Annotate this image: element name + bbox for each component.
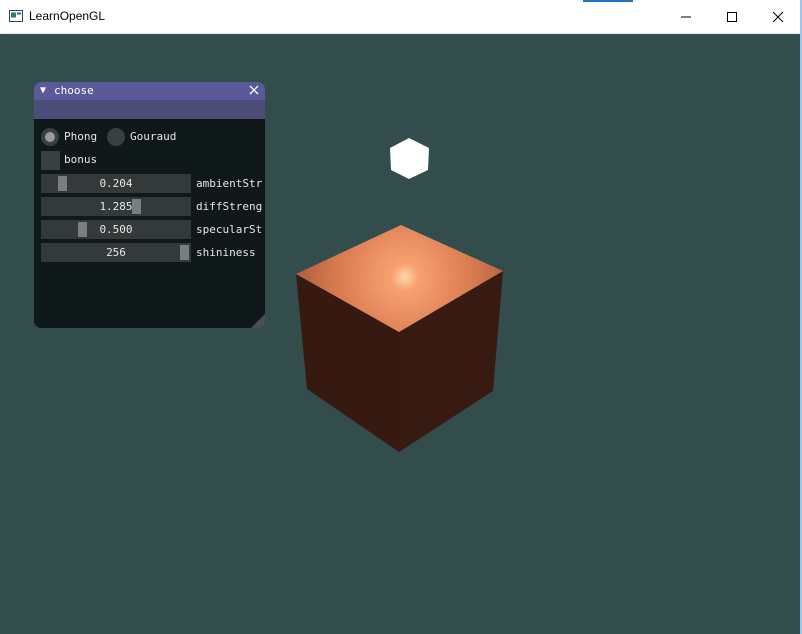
slider-shininess[interactable]: 256 <box>41 243 191 262</box>
panel-title-bar[interactable]: ▼ choose <box>34 82 265 100</box>
slider-label: ambientStr <box>196 177 263 190</box>
close-button[interactable] <box>755 0 801 33</box>
close-icon[interactable] <box>247 83 261 97</box>
slider-specular-strength[interactable]: 0.500 <box>41 220 191 239</box>
slider-diffuse-strength[interactable]: 1.285 <box>41 197 191 216</box>
window-title-bar[interactable]: LearnOpenGL <box>0 0 802 34</box>
radio-selected-dot <box>45 132 55 142</box>
slider-ambient-strength[interactable]: 0.204 <box>41 174 191 193</box>
choose-panel[interactable]: ▼ choose Phong Gouraud bonus 0.204 ambie… <box>34 82 265 328</box>
panel-title: choose <box>54 84 94 97</box>
app-icon <box>9 10 23 22</box>
gl-viewport[interactable]: ▼ choose Phong Gouraud bonus 0.204 ambie… <box>0 34 800 634</box>
slider-label: shininess <box>196 246 256 259</box>
slider-value: 256 <box>106 246 126 259</box>
panel-menu-bar <box>34 100 265 119</box>
slider-value: 0.500 <box>99 223 133 236</box>
close-icon <box>772 11 784 22</box>
slider-label: diffStreng <box>196 200 263 213</box>
maximize-icon <box>727 11 737 22</box>
radio-gouraud-label: Gouraud <box>130 130 177 143</box>
radio-phong-label: Phong <box>64 130 98 143</box>
slider-label: specularSt <box>196 223 263 236</box>
minimize-icon <box>681 16 691 17</box>
light-cube <box>390 138 429 179</box>
resize-grip[interactable] <box>251 314 265 328</box>
taskbar-accent <box>583 0 633 2</box>
triangle-down-icon[interactable]: ▼ <box>40 85 46 96</box>
bonus-checkbox[interactable] <box>41 151 60 170</box>
slider-value: 0.204 <box>99 177 133 190</box>
radio-gouraud[interactable] <box>107 128 125 146</box>
maximize-button[interactable] <box>709 0 755 33</box>
minimize-button[interactable] <box>663 0 709 33</box>
window-title: LearnOpenGL <box>29 9 106 23</box>
radio-phong[interactable] <box>41 128 59 146</box>
bonus-label: bonus <box>64 153 98 166</box>
slider-value: 1.285 <box>99 200 133 213</box>
